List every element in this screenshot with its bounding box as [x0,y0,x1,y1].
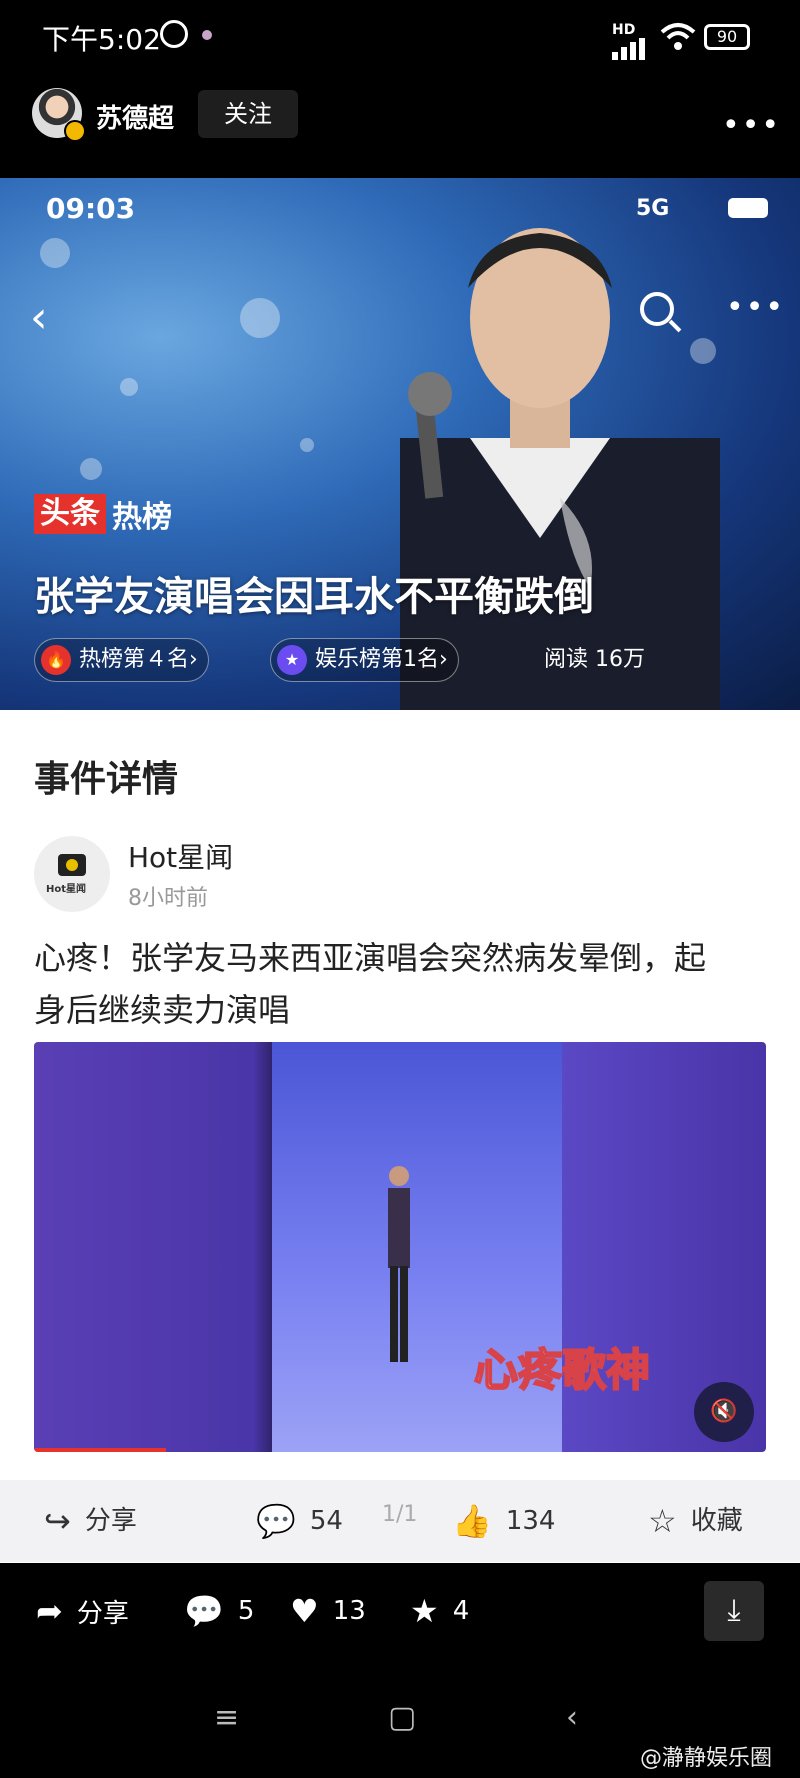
fire-icon: 🔥 [41,645,71,675]
star-outline-icon: ☆ [648,1502,677,1540]
page-indicator: 1/1 [382,1502,418,1527]
more-icon[interactable]: ••• [722,108,781,143]
download-icon: ⤓ [727,1593,741,1628]
heart-icon: ♥ [290,1592,319,1630]
share-button[interactable]: ↪ 分享 [44,1480,137,1562]
author-bar: 苏德超 关注 ••• [0,78,800,178]
battery-indicator: 90 [704,24,750,50]
signal-icon [612,38,645,60]
source-name[interactable]: Hot星闻 [128,836,233,876]
favorite-button[interactable]: ☆ 收藏 [648,1480,743,1562]
comment-bubble-icon: 💬 [184,1592,224,1630]
post-body[interactable]: 心疼！张学友马来西亚演唱会突然病发晕倒，起身后继续卖力演唱 [34,932,734,1036]
comment-icon: 💬 [256,1502,296,1540]
video-player[interactable]: 心疼歌神 🔇 [34,1042,766,1452]
follow-button[interactable]: 关注 [198,90,298,138]
inner-network-label: 5G [636,196,670,221]
comment-button[interactable]: 💬 54 [256,1480,343,1562]
bottom-action-bar: ➦ 分享 💬 5 ♥ 13 ★ 4 ⤓ [0,1563,800,1659]
badge-white-text: 热榜 [112,500,172,535]
toutiao-hot-badge: 头条 热榜 [34,494,172,535]
notification-dot-icon [202,30,212,40]
hero-more-icon[interactable]: ••• [726,290,785,325]
entertainment-rank-label: 娱乐榜第1名› [315,647,448,672]
star-icon: ★ [410,1592,439,1630]
verified-badge-icon [64,120,86,142]
share-label: 分享 [84,1506,137,1536]
bottom-comment-count: 5 [237,1596,255,1626]
home-icon[interactable]: ▢ [388,1700,416,1735]
bottom-star-button[interactable]: ★ 4 [410,1563,469,1659]
watermark: @瀞静娱乐圈 [640,1746,773,1771]
singer-figure [388,1166,410,1362]
thumbs-up-icon: 👍 [452,1502,492,1540]
section-title: 事件详情 [34,759,179,800]
inner-status-time: 09:03 [46,192,136,225]
bottom-share-label: 分享 [76,1598,129,1629]
bokeh-light [240,298,280,338]
share-icon: ➦ [36,1592,63,1630]
bottom-like-button[interactable]: ♥ 13 [290,1563,366,1659]
search-icon[interactable] [640,292,674,326]
hot-rank-pill[interactable]: 🔥 热榜第４名› [34,638,209,682]
event-detail-card: 事件详情 Hot星闻 Hot星闻 8小时前 心疼！张学友马来西亚演唱会突然病发晕… [0,710,800,1563]
singer-photo [400,228,720,710]
mute-icon[interactable]: 🔇 [694,1382,754,1442]
bottom-share-button[interactable]: ➦ 分享 [36,1563,129,1659]
alarm-icon [160,20,188,48]
source-avatar[interactable]: Hot星闻 [34,836,110,912]
video-caption: 心疼歌神 [473,1344,651,1397]
source-time: 8小时前 [128,886,208,911]
inner-battery-icon [728,198,768,218]
bokeh-light [40,238,70,268]
menu-icon[interactable]: ≡ [214,1700,239,1735]
bokeh-light [300,438,314,452]
hd-indicator: HD [612,22,636,38]
like-button[interactable]: 👍 134 [452,1480,555,1562]
bottom-like-count: 13 [332,1596,366,1626]
bottom-star-count: 4 [452,1596,470,1626]
system-nav-bar: ≡ ▢ ‹ @瀞静娱乐圈 [0,1660,800,1778]
source-logo-text: Hot星闻 [46,884,87,895]
comment-count: 54 [309,1506,343,1536]
hot-rank-label: 热榜第４名› [79,647,198,672]
author-avatar[interactable] [32,88,86,142]
favorite-label: 收藏 [690,1506,743,1536]
status-time: 下午5:02 [42,23,161,56]
post-action-bar: ↪ 分享 💬 54 1/1 👍 134 ☆ 收藏 [0,1480,800,1562]
wifi-icon [660,23,696,50]
hero-banner[interactable]: 09:03 5G ‹ ••• 头条 热榜 张学友演唱会因耳水不平衡跌倒 🔥 热榜… [0,178,800,710]
author-name[interactable]: 苏德超 [96,98,174,135]
video-progress-bar[interactable] [34,1448,166,1452]
star-icon: ★ [277,645,307,675]
status-bar: 下午5:02 HD 90 [0,0,800,78]
download-button[interactable]: ⤓ [704,1581,764,1641]
share-icon: ↪ [44,1502,71,1540]
entertainment-rank-pill[interactable]: ★ 娱乐榜第1名› [270,638,459,682]
hero-headline[interactable]: 张学友演唱会因耳水不平衡跌倒 [34,564,594,622]
bottom-comment-button[interactable]: 💬 5 [184,1563,254,1659]
back-icon[interactable]: ‹ [30,292,48,343]
back-nav-icon[interactable]: ‹ [566,1700,578,1735]
badge-red-text: 头条 [34,494,106,534]
bokeh-light [120,378,138,396]
bokeh-light [80,458,102,480]
read-count: 阅读 16万 [544,647,645,672]
like-count: 134 [505,1506,556,1536]
hot-logo-icon [58,854,86,876]
